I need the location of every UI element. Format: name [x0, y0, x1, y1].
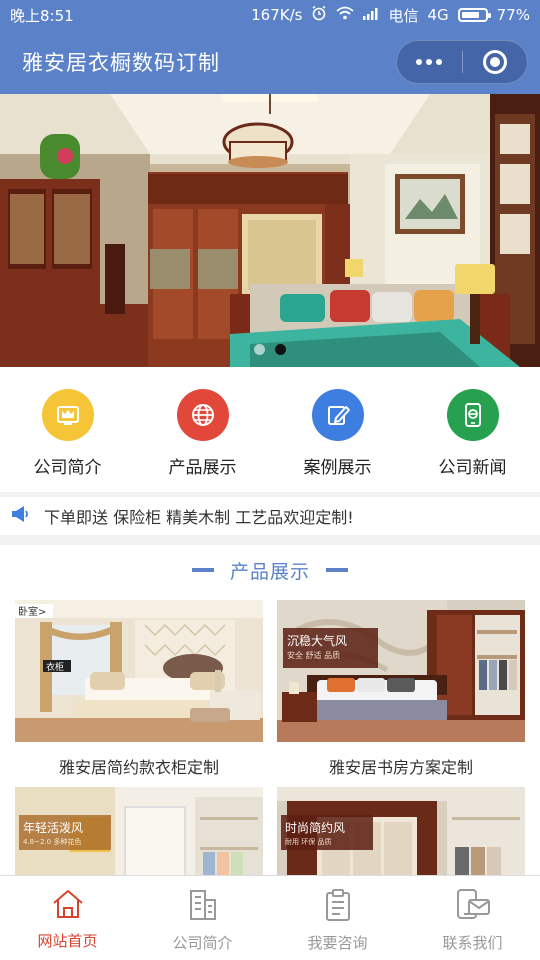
- notice-text: 下单即送 保险柜 精美木制 工艺品欢迎定制!: [44, 508, 354, 527]
- section-divider-right: [326, 568, 348, 572]
- tab-home[interactable]: 网站首页: [0, 876, 135, 960]
- tab-label: 网站首页: [37, 932, 98, 950]
- product-image: 年轻活泼风 4.8~2.0 多种花色: [15, 787, 263, 875]
- clipboard-icon: [321, 888, 355, 926]
- status-right: 167K/s 电信 4G 77%: [251, 5, 530, 26]
- product-image: 沉稳大气风 安全 舒适 品质: [277, 600, 525, 742]
- network-type: 4G: [427, 6, 449, 24]
- banner-image: [0, 94, 540, 367]
- product-tag: 卧室>: [18, 607, 47, 618]
- product-caption: 雅安居简约款衣柜定制: [58, 758, 219, 777]
- tab-label: 公司简介: [172, 934, 233, 952]
- more-button[interactable]: [397, 41, 462, 83]
- banner-indicator: [0, 344, 540, 355]
- battery-fill: [461, 12, 479, 18]
- page-title: 雅安居衣橱数码订制: [22, 51, 220, 75]
- grid-item-news[interactable]: 公司新闻: [405, 367, 540, 492]
- crown-icon: [41, 389, 94, 441]
- product-card[interactable]: 沉稳大气风 安全 舒适 品质 雅安居书房方案定制: [277, 600, 525, 778]
- status-bar: 晚上8:51 167K/s 电信 4G 77%: [0, 0, 540, 30]
- product-tag: 沉稳大气风: [287, 634, 348, 648]
- navigation-bar: 雅安居衣橱数码订制: [0, 30, 540, 94]
- carrier-name: 电信: [388, 6, 419, 25]
- battery-percent: 77%: [496, 6, 530, 24]
- product-card[interactable]: 卧室> 衣柜 雅安居简约款衣柜定制: [15, 600, 263, 778]
- product-caption: 雅安居书房方案定制: [328, 758, 473, 777]
- close-button[interactable]: [463, 41, 528, 83]
- grid-item-about[interactable]: 公司简介: [0, 367, 135, 492]
- product-card[interactable]: 时尚简约风 耐用 环保 品质: [277, 787, 525, 875]
- product-tag: 时尚简约风: [285, 821, 346, 835]
- mini-program-capsule: [396, 40, 528, 84]
- grid-item-products[interactable]: 产品展示: [135, 367, 270, 492]
- target-circle-icon: [482, 50, 507, 74]
- building-icon: [186, 888, 220, 926]
- home-icon: [51, 888, 85, 924]
- banner-carousel[interactable]: [0, 94, 540, 367]
- more-dots-icon: [416, 59, 443, 65]
- notice-bar[interactable]: 下单即送 保险柜 精美木制 工艺品欢迎定制!: [0, 497, 540, 535]
- section-divider-left: [191, 568, 214, 572]
- network-speed: 167K/s: [251, 6, 303, 24]
- grid-label: 公司简介: [33, 458, 102, 478]
- phone-e-icon: [446, 389, 499, 441]
- page: 晚上8:51 167K/s 电信 4G 77% 雅安居衣橱数码订制 公司简介 产…: [0, 0, 540, 960]
- section-title: 产品展示: [229, 560, 310, 583]
- globe-icon: [176, 389, 229, 441]
- product-sub-tag: 安全 舒适 品质: [287, 651, 341, 660]
- product-card[interactable]: 年轻活泼风 4.8~2.0 多种花色: [15, 787, 263, 875]
- tab-bar: 网站首页 公司简介 我要咨询 联系我们: [0, 875, 540, 960]
- product-image: 时尚简约风 耐用 环保 品质: [277, 787, 525, 875]
- battery-icon: [457, 8, 491, 22]
- grid-label: 案例展示: [303, 458, 372, 478]
- product-sub-tag: 4.8~2.0 多种花色: [23, 838, 82, 846]
- product-tag: 年轻活泼风: [23, 821, 84, 835]
- contact-icon: [454, 888, 492, 926]
- wifi-icon: [336, 6, 355, 24]
- tab-contact[interactable]: 联系我们: [405, 876, 540, 960]
- grid-item-cases[interactable]: 案例展示: [270, 367, 405, 492]
- edit-icon: [311, 389, 364, 441]
- nav-grid: 公司简介 产品展示 案例展示 公司新闻: [0, 367, 540, 492]
- grid-label: 产品展示: [168, 458, 237, 478]
- tab-consult[interactable]: 我要咨询: [270, 876, 405, 960]
- tab-about[interactable]: 公司简介: [135, 876, 270, 960]
- alarm-icon: [311, 5, 327, 25]
- products-section: 产品展示 卧室> 衣柜 雅安居简约款衣柜定制 沉稳大气风 安全 舒适 品质 雅安…: [0, 545, 540, 875]
- megaphone-icon: [10, 505, 30, 527]
- tab-label: 我要咨询: [307, 934, 368, 952]
- status-time: 晚上8:51: [10, 6, 74, 25]
- tab-label: 联系我们: [442, 934, 503, 952]
- product-sub-tag: 耐用 环保 品质: [285, 838, 332, 846]
- banner-dot-active[interactable]: [275, 344, 286, 355]
- grid-label: 公司新闻: [438, 458, 507, 478]
- signal-icon: [363, 6, 379, 24]
- banner-dot[interactable]: [254, 344, 265, 355]
- product-image: 卧室> 衣柜: [15, 600, 263, 742]
- section-header: 产品展示: [0, 545, 540, 595]
- product-sub-tag: 衣柜: [46, 663, 65, 673]
